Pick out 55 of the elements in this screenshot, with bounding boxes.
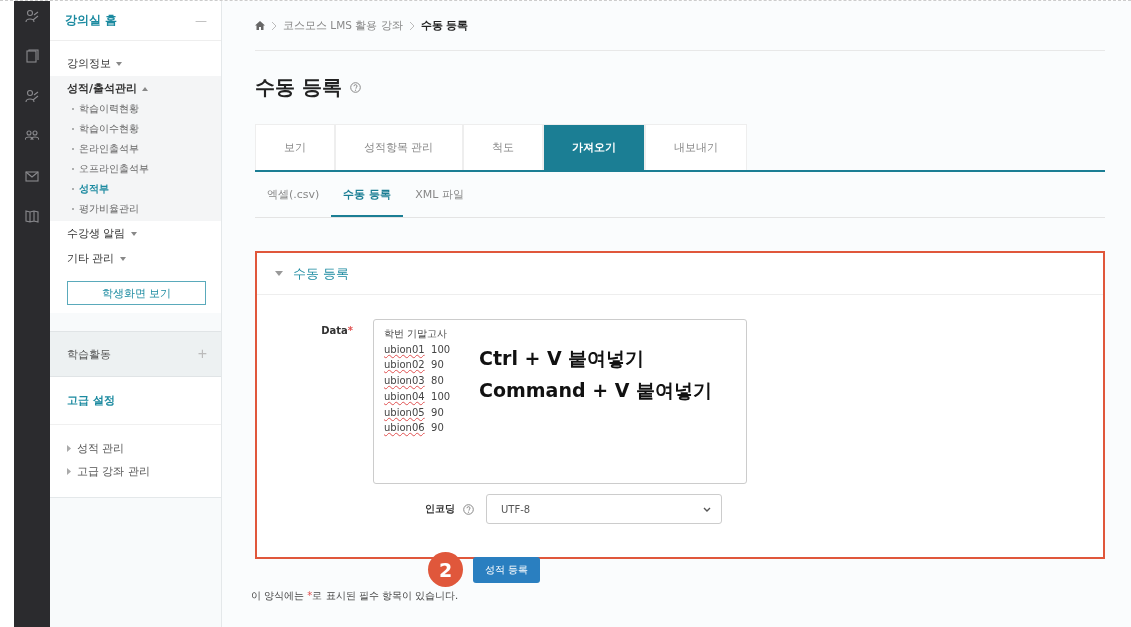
paste-instruction: Ctrl + V 붙여넣기 <box>479 346 646 371</box>
tab[interactable]: 내보내기 <box>644 124 747 170</box>
users-icon[interactable] <box>25 89 39 103</box>
sub-tab[interactable]: 엑셀(.csv) <box>255 173 332 217</box>
page-title: 수동 등록 <box>255 74 342 101</box>
expand-arrow-icon <box>67 445 71 452</box>
activity-label: 학습활동 <box>67 346 111 362</box>
menu-item[interactable]: 학습이력현황 <box>50 99 221 119</box>
course-home-link[interactable]: 강의실 홈 <box>65 12 118 29</box>
caret-icon <box>116 61 122 66</box>
tree-item[interactable]: 고급 강좌 관리 <box>50 460 221 483</box>
tab[interactable]: 가져오기 <box>542 124 645 170</box>
tree-item[interactable]: 성적 관리 <box>50 437 221 460</box>
chevron-down-icon <box>703 506 711 512</box>
tab[interactable]: 보기 <box>255 124 335 170</box>
menu-group-title[interactable]: 강의정보 <box>50 53 221 74</box>
menu-group-title[interactable]: 성적/출석관리 <box>50 78 221 99</box>
help-icon[interactable] <box>463 503 474 515</box>
encoding-label: 인코딩 <box>425 502 455 516</box>
menu-item[interactable]: 학습이수현황 <box>50 119 221 139</box>
tab[interactable]: 성적항목 관리 <box>335 124 463 170</box>
menu-item[interactable]: 성적부 <box>50 179 221 199</box>
expand-arrow-icon <box>67 468 71 475</box>
breadcrumb-link[interactable]: 수동 등록 <box>420 18 469 33</box>
group-icon[interactable] <box>25 129 39 143</box>
caret-icon <box>119 256 126 261</box>
required-note: 이 양식에는 *로 표시된 필수 항목이 있습니다. <box>251 589 460 603</box>
users-icon[interactable] <box>25 9 39 23</box>
mail-icon[interactable] <box>25 169 39 183</box>
encoding-select[interactable]: UTF-8 <box>486 494 722 524</box>
caret-icon <box>142 86 149 91</box>
menu-item[interactable]: 평가비율관리 <box>50 199 221 219</box>
advanced-settings-title: 고급 설정 <box>50 377 221 425</box>
caret-icon[interactable] <box>275 271 283 276</box>
section-title[interactable]: 수동 등록 <box>293 264 350 283</box>
home-icon[interactable] <box>255 21 265 30</box>
menu-item[interactable]: 온라인출석부 <box>50 139 221 159</box>
map-icon[interactable] <box>25 209 39 223</box>
menu-group-title[interactable]: 수강생 알림 <box>50 223 221 244</box>
submit-button[interactable]: 성적 등록 <box>473 556 541 583</box>
chevron-icon <box>271 21 277 30</box>
menu-item[interactable]: 오프라인출석부 <box>50 159 221 179</box>
caret-icon <box>130 231 137 236</box>
breadcrumb-link[interactable]: 코스모스 LMS 활용 강좌 <box>283 18 403 33</box>
student-view-button[interactable]: 학생화면 보기 <box>67 281 206 305</box>
chevron-icon <box>408 21 415 30</box>
step-badge: 2 <box>428 552 463 587</box>
paste-instruction: Command + V 붙여넣기 <box>479 378 712 403</box>
menu-group-title[interactable]: 기타 관리 <box>50 248 221 269</box>
help-icon[interactable] <box>349 82 361 93</box>
sub-tab[interactable]: 수동 등록 <box>331 173 404 217</box>
sub-tab[interactable]: XML 파일 <box>403 173 476 217</box>
book-icon[interactable] <box>25 49 39 63</box>
tab[interactable]: 척도 <box>462 124 543 170</box>
data-label: Data* <box>321 325 353 336</box>
